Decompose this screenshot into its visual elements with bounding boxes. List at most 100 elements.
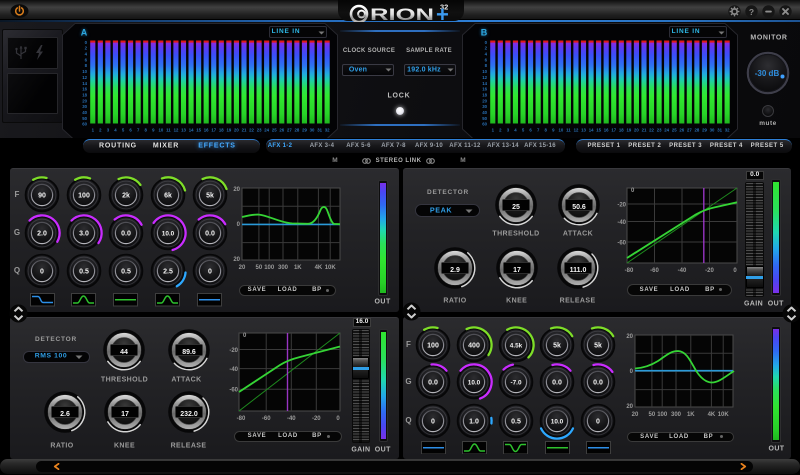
svg-text:-80: -80 bbox=[237, 416, 246, 422]
svg-text:0.5: 0.5 bbox=[79, 268, 89, 275]
svg-text:17: 17 bbox=[121, 410, 129, 417]
svg-text:25: 25 bbox=[512, 203, 520, 210]
svg-text:18: 18 bbox=[619, 127, 624, 132]
svg-text:-60: -60 bbox=[650, 268, 659, 274]
svg-text:10.0: 10.0 bbox=[551, 418, 564, 425]
svg-text:10: 10 bbox=[82, 69, 87, 74]
svg-text:-80: -80 bbox=[625, 268, 634, 274]
svg-text:2.0: 2.0 bbox=[37, 230, 47, 237]
svg-text:31: 31 bbox=[717, 127, 722, 132]
svg-text:-60: -60 bbox=[262, 416, 271, 422]
svg-text:0.0: 0.0 bbox=[593, 380, 603, 387]
svg-text:100: 100 bbox=[78, 193, 90, 200]
svg-text:11: 11 bbox=[166, 127, 171, 132]
svg-text:20: 20 bbox=[626, 404, 633, 410]
svg-text:0: 0 bbox=[40, 268, 44, 275]
svg-text:10: 10 bbox=[158, 127, 163, 132]
svg-text:-60: -60 bbox=[617, 241, 626, 247]
svg-text:1.0: 1.0 bbox=[470, 418, 480, 425]
svg-text:27: 27 bbox=[287, 127, 292, 132]
svg-text:90: 90 bbox=[38, 193, 46, 200]
svg-text:-7.0: -7.0 bbox=[510, 380, 521, 387]
svg-text:14: 14 bbox=[82, 81, 87, 86]
svg-text:0.0: 0.0 bbox=[205, 230, 215, 237]
svg-text:100: 100 bbox=[657, 412, 668, 418]
svg-text:8: 8 bbox=[485, 63, 488, 68]
svg-text:17: 17 bbox=[611, 127, 616, 132]
svg-text:400: 400 bbox=[469, 342, 481, 349]
svg-text:1: 1 bbox=[92, 127, 95, 132]
svg-text:4: 4 bbox=[114, 127, 117, 132]
svg-text:10: 10 bbox=[558, 127, 563, 132]
svg-text:12: 12 bbox=[574, 127, 579, 132]
svg-text:1K: 1K bbox=[687, 412, 695, 418]
svg-text:25: 25 bbox=[272, 127, 277, 132]
svg-text:-40: -40 bbox=[287, 416, 296, 422]
svg-text:20: 20 bbox=[239, 265, 246, 271]
svg-text:4.5k: 4.5k bbox=[509, 342, 522, 349]
svg-text:5k: 5k bbox=[553, 342, 561, 349]
svg-text:20: 20 bbox=[482, 98, 487, 103]
svg-text:60: 60 bbox=[82, 122, 87, 127]
svg-text:4: 4 bbox=[85, 52, 88, 57]
svg-text:6: 6 bbox=[129, 127, 132, 132]
svg-text:20: 20 bbox=[634, 127, 639, 132]
svg-text:2.9: 2.9 bbox=[450, 267, 460, 274]
svg-text:100: 100 bbox=[427, 342, 439, 349]
svg-text:20: 20 bbox=[234, 127, 239, 132]
svg-text:0: 0 bbox=[596, 418, 600, 425]
svg-text:18: 18 bbox=[82, 92, 87, 97]
svg-text:2.5: 2.5 bbox=[163, 268, 173, 275]
svg-text:21: 21 bbox=[242, 127, 247, 132]
svg-text:23: 23 bbox=[657, 127, 662, 132]
svg-text:32: 32 bbox=[325, 127, 330, 132]
svg-text:89.6: 89.6 bbox=[182, 349, 196, 356]
svg-text:0: 0 bbox=[336, 416, 340, 422]
svg-text:10K: 10K bbox=[325, 265, 337, 271]
svg-text:1: 1 bbox=[492, 127, 495, 132]
svg-text:4: 4 bbox=[514, 127, 517, 132]
svg-text:20: 20 bbox=[233, 257, 240, 263]
svg-text:-20: -20 bbox=[705, 268, 714, 274]
svg-text:-60: -60 bbox=[229, 388, 238, 394]
svg-text:0: 0 bbox=[237, 222, 241, 228]
svg-text:29: 29 bbox=[302, 127, 307, 132]
svg-text:50: 50 bbox=[82, 116, 87, 121]
svg-text:10.0: 10.0 bbox=[161, 230, 174, 237]
svg-text:1K: 1K bbox=[294, 265, 302, 271]
svg-text:30: 30 bbox=[310, 127, 315, 132]
svg-text:5k: 5k bbox=[206, 193, 214, 200]
svg-text:?: ? bbox=[748, 6, 753, 16]
svg-text:40: 40 bbox=[82, 110, 87, 115]
svg-text:7: 7 bbox=[137, 127, 140, 132]
svg-text:14: 14 bbox=[189, 127, 194, 132]
svg-text:300: 300 bbox=[278, 265, 289, 271]
svg-text:15: 15 bbox=[196, 127, 201, 132]
svg-text:-20: -20 bbox=[229, 348, 238, 354]
svg-text:300: 300 bbox=[671, 412, 682, 418]
svg-text:6: 6 bbox=[485, 57, 488, 62]
svg-text:10: 10 bbox=[482, 69, 487, 74]
svg-text:18: 18 bbox=[219, 127, 224, 132]
svg-text:12: 12 bbox=[482, 75, 487, 80]
svg-text:2.6: 2.6 bbox=[60, 410, 70, 417]
svg-text:3: 3 bbox=[107, 127, 110, 132]
svg-text:12: 12 bbox=[82, 75, 87, 80]
svg-text:40: 40 bbox=[482, 110, 487, 115]
svg-text:8: 8 bbox=[85, 63, 88, 68]
svg-text:16: 16 bbox=[82, 87, 87, 92]
svg-text:18: 18 bbox=[482, 92, 487, 97]
svg-text:0: 0 bbox=[630, 369, 634, 375]
svg-text:5: 5 bbox=[122, 127, 125, 132]
svg-text:21: 21 bbox=[642, 127, 647, 132]
svg-text:17: 17 bbox=[513, 267, 521, 274]
svg-text:2: 2 bbox=[499, 127, 502, 132]
svg-text:20: 20 bbox=[626, 334, 633, 340]
svg-text:24: 24 bbox=[664, 127, 669, 132]
svg-text:28: 28 bbox=[295, 127, 300, 132]
svg-text:-30 dB: -30 dB bbox=[755, 69, 780, 78]
svg-text:4K: 4K bbox=[708, 412, 716, 418]
svg-text:27: 27 bbox=[687, 127, 692, 132]
svg-text:0.5: 0.5 bbox=[511, 418, 521, 425]
svg-text:232.0: 232.0 bbox=[181, 410, 199, 417]
